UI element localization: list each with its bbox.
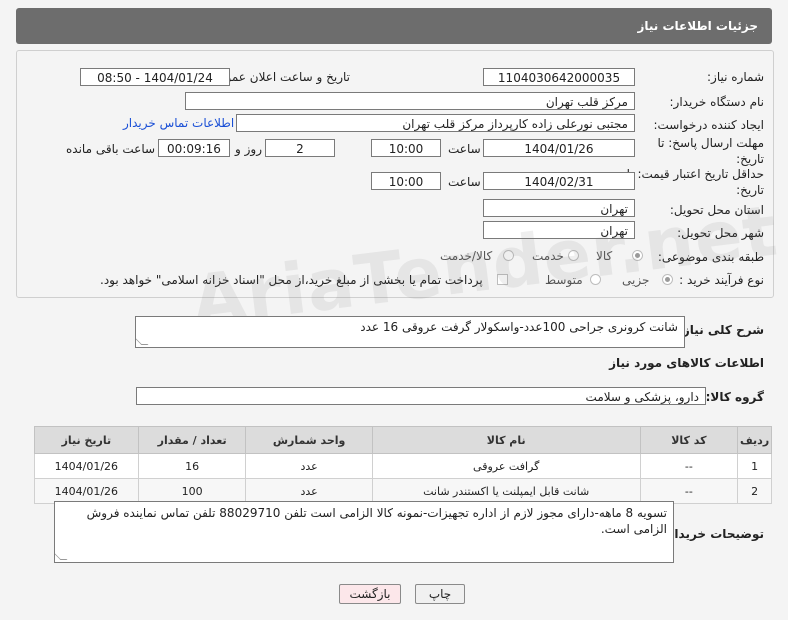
process-radio-minor[interactable] xyxy=(662,274,673,285)
province-label: استان محل تحویل: xyxy=(669,203,764,217)
requester-field: مجتبی نورعلی زاده کارپرداز مرکز قلب تهرا… xyxy=(236,114,635,132)
need-number-label: شماره نیاز: xyxy=(707,70,764,84)
table-cell: عدد xyxy=(245,478,373,504)
header-bar: جزئیات اطلاعات نیاز xyxy=(16,8,772,44)
summary-textarea: شانت کرونری جراحی 100عدد-واسکولار گرفت ع… xyxy=(135,316,685,348)
table-cell: 100 xyxy=(137,478,247,504)
category-radio-goods[interactable] xyxy=(632,250,643,261)
goods-table-header: ردیف کد کالا نام کالا واحد شمارش تعداد /… xyxy=(34,426,772,454)
deadline-time-label: ساعت xyxy=(448,142,481,156)
remaining-time-field: 00:09:16 xyxy=(158,139,230,157)
buyer-notes-textarea: تسویه 8 ماهه-دارای مجوز لازم از اداره تج… xyxy=(54,501,674,563)
column-header: تعداد / مقدار xyxy=(137,426,247,454)
table-cell: 16 xyxy=(137,453,247,479)
treasury-checkbox[interactable] xyxy=(497,274,508,285)
table-cell: 1404/01/26 xyxy=(34,453,139,479)
table-cell: 1404/01/26 xyxy=(34,478,139,504)
goods-table: ردیف کد کالا نام کالا واحد شمارش تعداد /… xyxy=(34,426,772,504)
remaining-time-label: ساعت باقی مانده xyxy=(66,142,156,156)
table-cell: -- xyxy=(639,453,739,479)
city-field: تهران xyxy=(483,221,635,239)
buyer-org-field: مرکز قلب تهران xyxy=(185,92,635,110)
goods-group-field: دارو، پزشکی و سلامت xyxy=(136,387,706,405)
days-label: روز و xyxy=(235,142,262,156)
announce-datetime-field: 1404/01/24 - 08:50 xyxy=(80,68,230,86)
column-header: واحد شمارش xyxy=(245,426,373,454)
category-option-goods-service: کالا/خدمت xyxy=(440,249,493,263)
process-option-minor: جزیی xyxy=(622,273,650,287)
city-label: شهر محل تحویل: xyxy=(677,226,764,240)
category-option-goods: کالا xyxy=(596,249,613,263)
column-header: نام کالا xyxy=(371,426,641,454)
province-field: تهران xyxy=(483,199,635,217)
deadline-date-field: 1404/01/26 xyxy=(483,139,635,157)
category-radio-goods-service[interactable] xyxy=(503,250,514,261)
table-cell: 2 xyxy=(737,478,772,504)
validity-time-label: ساعت xyxy=(448,175,481,189)
table-cell: شانت قابل ایمپلنت یا اکستندر شانت xyxy=(371,478,641,504)
column-header: کد کالا xyxy=(639,426,739,454)
requester-label: ایجاد کننده درخواست: xyxy=(653,118,764,132)
table-cell: -- xyxy=(639,478,739,504)
goods-section-title: اطلاعات کالاهای مورد نیاز xyxy=(609,356,764,370)
summary-label: شرح کلی نیاز: xyxy=(678,323,764,337)
validity-time-field: 10:00 xyxy=(371,172,441,190)
category-option-service: خدمت xyxy=(532,249,564,263)
process-radio-medium[interactable] xyxy=(590,274,601,285)
days-field: 2 xyxy=(265,139,335,157)
category-label: طبقه بندی موضوعی: xyxy=(657,250,764,264)
deadline-label: مهلت ارسال پاسخ: تا تاریخ: xyxy=(657,136,764,166)
process-label: نوع فرآیند خرید : xyxy=(679,273,764,287)
page-title: جزئیات اطلاعات نیاز xyxy=(637,19,758,33)
treasury-payment-note: پرداخت تمام یا بخشی از مبلغ خرید،از محل … xyxy=(100,273,483,287)
column-header: تاریخ نیاز xyxy=(34,426,139,454)
column-header: ردیف xyxy=(737,426,772,454)
print-button[interactable]: چاپ xyxy=(415,584,465,604)
buyer-org-label: نام دستگاه خریدار: xyxy=(669,95,765,109)
table-row: 2 -- شانت قابل ایمپلنت یا اکستندر شانت ع… xyxy=(34,478,772,504)
buyer-contact-link[interactable]: اطلاعات تماس خریدار xyxy=(123,116,234,130)
table-cell: 1 xyxy=(737,453,772,479)
process-option-medium: متوسط xyxy=(545,273,583,287)
goods-group-label: گروه کالا: xyxy=(705,390,764,404)
resize-handle-icon[interactable] xyxy=(55,553,68,560)
buyer-notes-label: توضیحات خریدار: xyxy=(662,527,764,541)
validity-label: حداقل تاریخ اعتبار قیمت: تا تاریخ: xyxy=(626,167,764,197)
table-row: 1 -- گرافت عروقی عدد 16 1404/01/26 xyxy=(34,453,772,479)
validity-date-field: 1404/02/31 xyxy=(483,172,635,190)
need-number-field: 1104030642000035 xyxy=(483,68,635,86)
category-radio-service[interactable] xyxy=(568,250,579,261)
deadline-time-field: 10:00 xyxy=(371,139,441,157)
table-cell: عدد xyxy=(245,453,373,479)
back-button[interactable]: بازگشت xyxy=(339,584,401,604)
summary-text: شانت کرونری جراحی 100عدد-واسکولار گرفت ع… xyxy=(360,320,678,334)
buyer-notes-text: تسویه 8 ماهه-دارای مجوز لازم از اداره تج… xyxy=(86,506,667,536)
table-cell: گرافت عروقی xyxy=(371,453,641,479)
resize-handle-icon[interactable] xyxy=(136,338,149,345)
